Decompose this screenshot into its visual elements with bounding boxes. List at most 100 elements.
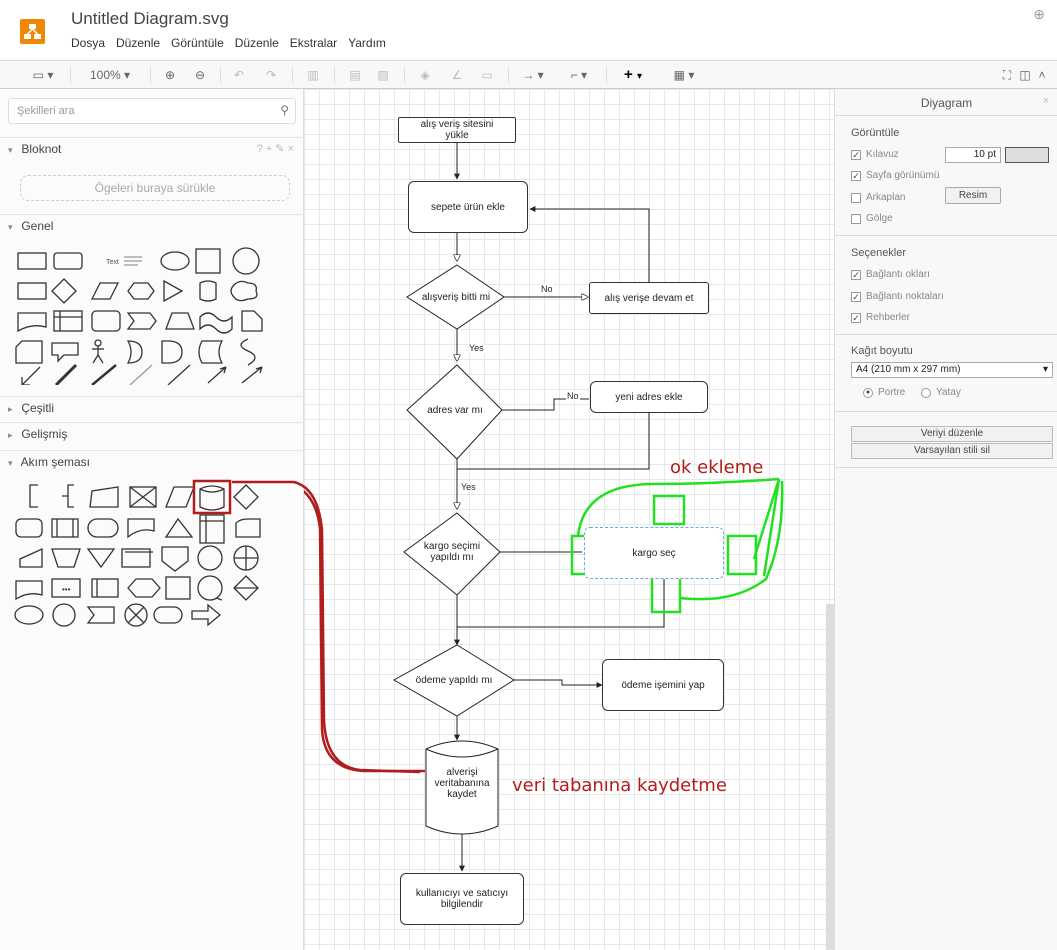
chevron-right-icon: ▸ <box>8 404 13 414</box>
delete-icon[interactable]: ▥ <box>304 66 322 84</box>
collapse-icon[interactable]: ˄ <box>1034 66 1050 84</box>
close-icon[interactable]: × <box>1043 95 1049 107</box>
annotation-ok-ekleme: ok ekleme <box>670 457 764 478</box>
flow-node-save-database[interactable]: alverişi veritabanına kaydet <box>426 757 498 809</box>
grid-size-input[interactable]: 10 pt <box>945 147 1001 163</box>
connection-arrows-checkbox[interactable]: ✓ Bağlantı okları <box>851 269 930 280</box>
menu-bar: Dosya Düzenle Görüntüle Düzenle Ekstrala… <box>71 36 386 50</box>
edit-data-button[interactable]: Veriyi düzenle <box>851 426 1053 442</box>
page-view-checkbox[interactable]: ✓ Sayfa görünümü <box>851 170 939 181</box>
zoom-out-icon[interactable]: ⊖ <box>190 66 210 84</box>
zoom-value: 100% <box>89 68 121 82</box>
shape-search-input[interactable]: Şekilleri ara ⚲ <box>8 98 296 124</box>
section-cesitli[interactable]: ▸ Çeşitli <box>0 396 304 418</box>
to-front-icon[interactable]: ▤ <box>346 66 364 84</box>
grid-checkbox[interactable]: ✓ Kılavuz <box>851 149 899 160</box>
search-icon[interactable]: ⚲ <box>280 103 289 117</box>
text-shape-label: Text <box>106 259 119 266</box>
globe-icon[interactable]: ⊕ <box>1033 6 1045 23</box>
section-bloknot-label: Bloknot <box>21 142 62 156</box>
section-genel[interactable]: ▾ Genel <box>0 214 304 236</box>
checkbox-unchecked-icon <box>851 213 861 224</box>
section-view-title: Görüntüle <box>851 127 900 139</box>
flow-node-save-database-text: alverişi veritabanına kaydet <box>434 766 490 800</box>
landscape-radio[interactable]: Yatay <box>921 387 961 398</box>
scratchpad-dropzone[interactable]: Ögeleri buraya sürükle <box>20 175 290 201</box>
flow-decision-shopping-done[interactable]: alışveriş bitti mi <box>408 289 504 305</box>
clear-default-style-button[interactable]: Varsayılan stili sil <box>851 443 1053 459</box>
zoom-dropdown[interactable]: 100% ▾ <box>82 66 138 84</box>
background-checkbox[interactable]: Arkaplan <box>851 192 905 203</box>
shadow-checkbox[interactable]: Gölge <box>851 213 893 224</box>
table-icon[interactable]: ▦ ▾ <box>666 66 702 84</box>
chevron-down-icon: ▾ <box>8 222 13 232</box>
canvas-vertical-scrollbar[interactable] <box>826 604 834 950</box>
fill-color-icon[interactable]: ◈ <box>416 66 434 84</box>
menu-duzenle[interactable]: Düzenle <box>116 36 160 50</box>
menu-yardim[interactable]: Yardım <box>348 36 386 50</box>
drawio-logo-icon <box>20 19 45 44</box>
edge-label-yes-1: Yes <box>468 343 485 353</box>
section-genel-label: Genel <box>21 219 54 233</box>
waypoints-icon[interactable]: ⌐ ▾ <box>560 66 598 84</box>
flow-node-do-payment[interactable]: ödeme işemini yap <box>602 659 724 711</box>
connection-points-checkbox[interactable]: ✓ Bağlantı noktaları <box>851 291 944 302</box>
flow-node-select-shipping[interactable]: kargo seç <box>584 527 724 579</box>
flow-node-notify-text: kullanıcıyı ve satıcıyı bilgilendir <box>415 888 509 910</box>
menu-goruntule[interactable]: Görüntüle <box>171 36 224 50</box>
undo-icon[interactable]: ↶ <box>230 66 248 84</box>
chevron-right-icon: ▸ <box>8 430 13 440</box>
background-label: Arkaplan <box>866 192 906 203</box>
flow-node-add-to-cart[interactable]: sepete ürün ekle <box>408 181 528 233</box>
general-shapes-grid[interactable]: Text <box>12 245 296 385</box>
connection-points-label: Bağlantı noktaları <box>866 291 944 302</box>
flow-node-new-address[interactable]: yeni adres ekle <box>590 381 708 413</box>
grid-size-value: 10 pt <box>973 149 996 160</box>
fullscreen-icon[interactable]: ⛶ <box>998 66 1016 84</box>
line-color-icon[interactable]: ∠ <box>446 66 468 84</box>
flow-node-continue-shopping[interactable]: alış verişe devam et <box>589 282 709 314</box>
menu-dosya[interactable]: Dosya <box>71 36 105 50</box>
flow-decision-address[interactable]: adres var mı <box>408 403 502 417</box>
guides-checkbox[interactable]: ✓ Rehberler <box>851 312 910 323</box>
insert-plus-icon[interactable]: + ▾ <box>616 66 650 84</box>
section-bloknot[interactable]: ▾ Bloknot ? + ✎ × <box>0 137 304 159</box>
menu-ekstralar[interactable]: Ekstralar <box>290 36 337 50</box>
zoom-in-icon[interactable]: ⊕ <box>160 66 180 84</box>
shape-search-placeholder: Şekilleri ara <box>17 105 75 117</box>
section-cesitli-label: Çeşitli <box>21 401 55 415</box>
section-gelismis-label: Gelişmiş <box>21 427 68 441</box>
portrait-radio[interactable]: ● Portre <box>863 387 905 398</box>
to-back-icon[interactable]: ▧ <box>374 66 392 84</box>
shadow-icon[interactable]: ▭ <box>478 66 496 84</box>
connection-style-icon[interactable]: → ▾ <box>516 66 550 84</box>
flow-node-select-shipping-text: kargo seç <box>632 547 676 559</box>
format-pane-icon[interactable]: ◫ <box>1016 66 1034 84</box>
redo-icon[interactable]: ↷ <box>262 66 280 84</box>
section-gelismis[interactable]: ▸ Gelişmiş <box>0 422 304 444</box>
document-title[interactable]: Untitled Diagram.svg <box>71 9 229 29</box>
edge-label-no-1: No <box>540 284 554 294</box>
paper-size-value: A4 (210 mm x 297 mm) <box>856 364 961 375</box>
format-panel-toggle-icon[interactable]: ▭ ▾ <box>26 66 60 84</box>
section-akim-semasi[interactable]: ▾ Akım şeması <box>0 450 304 472</box>
flow-node-start-text: alış veriş sitesini yükle <box>420 119 494 141</box>
scratchpad-tools[interactable]: ? + ✎ × <box>257 138 294 160</box>
app-header: Untitled Diagram.svg Dosya Düzenle Görün… <box>0 0 1057 60</box>
menu-duzenle-2[interactable]: Düzenle <box>235 36 279 50</box>
flow-node-start[interactable]: alış veriş sitesini yükle <box>398 117 516 143</box>
chevron-down-icon: ▾ <box>1042 364 1048 375</box>
checkbox-checked-icon: ✓ <box>851 312 861 323</box>
edge-label-no-2: No <box>566 391 580 401</box>
checkbox-checked-icon: ✓ <box>851 269 861 280</box>
paper-size-select[interactable]: A4 (210 mm x 297 mm) ▾ <box>851 362 1053 378</box>
drawio-window: Untitled Diagram.svg Dosya Düzenle Görün… <box>0 0 1057 950</box>
checkbox-checked-icon: ✓ <box>851 170 861 181</box>
image-button[interactable]: Resim <box>945 187 1001 204</box>
radio-checked-icon: ● <box>863 387 873 398</box>
flow-node-continue-shopping-text: alış verişe devam et <box>604 292 694 304</box>
grid-color-button[interactable] <box>1005 147 1049 163</box>
format-panel-title: Diyagram <box>920 96 973 110</box>
flow-decision-address-text: adres var mı <box>427 404 483 416</box>
flow-node-notify[interactable]: kullanıcıyı ve satıcıyı bilgilendir <box>400 873 524 925</box>
